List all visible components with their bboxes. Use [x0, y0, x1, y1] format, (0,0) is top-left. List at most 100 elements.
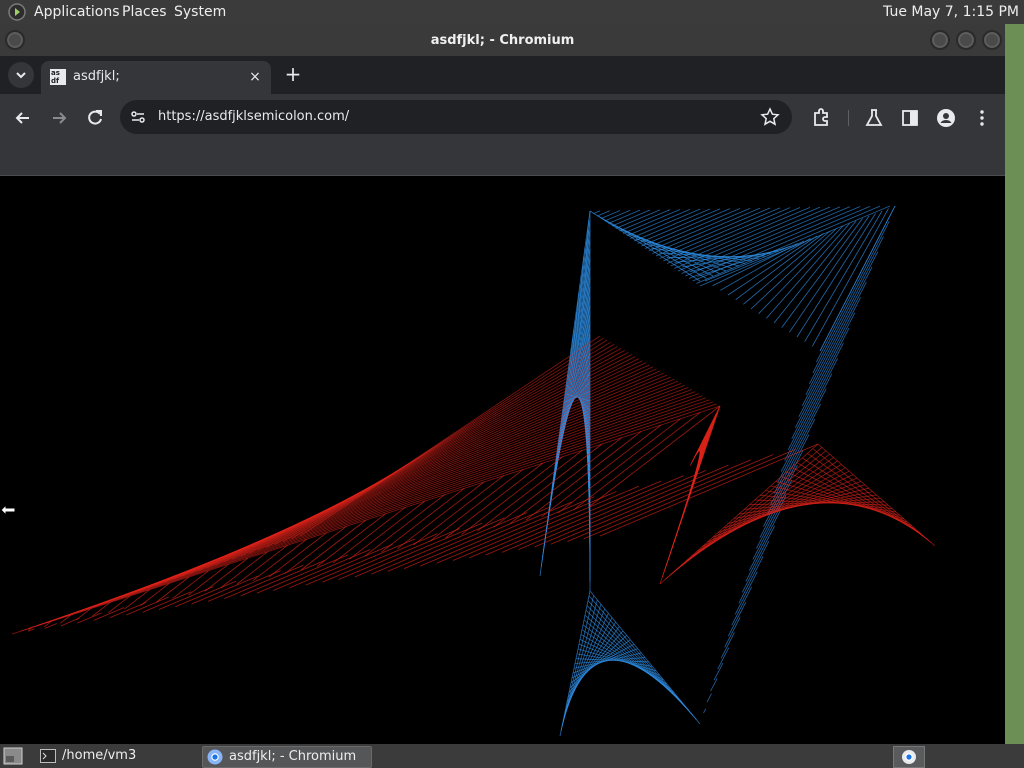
- art-line: [727, 601, 747, 637]
- art-line: [648, 207, 751, 252]
- profile-avatar-icon[interactable]: [935, 107, 957, 129]
- bottom-panel: /home/vm3 asdfjkl; - Chromium: [0, 744, 1024, 768]
- address-bar[interactable]: https://asdfjklsemicolon.com/: [120, 100, 792, 134]
- art-line: [738, 556, 764, 604]
- art-line: [615, 209, 661, 229]
- menu-system[interactable]: System: [174, 4, 226, 20]
- art-line: [593, 210, 601, 214]
- art-line: [720, 632, 735, 659]
- line-art-canvas: [11, 205, 936, 737]
- page-content[interactable]: [0, 176, 1005, 744]
- window-titlebar[interactable]: asdfjkl; - Chromium: [0, 24, 1005, 56]
- art-line: [741, 540, 770, 593]
- art-line: [819, 205, 896, 352]
- art-line: [696, 205, 881, 284]
- menu-applications[interactable]: Applications: [34, 4, 120, 20]
- terminal-icon: [40, 749, 56, 763]
- minimize-icon[interactable]: [930, 30, 950, 50]
- art-line: [745, 525, 775, 582]
- show-desktop-icon[interactable]: [3, 747, 23, 765]
- art-line: [54, 395, 703, 620]
- tab-search-button[interactable]: [8, 62, 34, 88]
- art-line: [703, 708, 707, 714]
- forward-icon[interactable]: [48, 107, 70, 129]
- art-line: [724, 617, 741, 648]
- taskbar-label: asdfjkl; - Chromium: [229, 749, 357, 764]
- art-line: [811, 208, 889, 347]
- labs-flask-icon[interactable]: [863, 107, 885, 129]
- menu-places[interactable]: Places: [122, 4, 167, 20]
- tab-active[interactable]: as df asdfjkl; ×: [41, 61, 271, 94]
- art-line: [666, 207, 801, 264]
- close-window-icon[interactable]: [982, 30, 1002, 50]
- art-line: [534, 464, 729, 548]
- art-line: [791, 327, 850, 439]
- chromium-icon: [207, 749, 223, 765]
- art-line: [780, 373, 833, 472]
- art-line: [706, 693, 712, 703]
- art-line: [273, 549, 371, 591]
- art-line: [713, 662, 724, 681]
- bookmark-star-icon[interactable]: [760, 107, 780, 127]
- art-line: [142, 591, 192, 613]
- desktop-background: [1005, 24, 1024, 744]
- toolbar-divider: [848, 110, 849, 126]
- art-line: [608, 209, 641, 224]
- chromium-icon: [902, 750, 916, 764]
- site-settings-icon[interactable]: [130, 109, 146, 125]
- window-title: asdfjkl; - Chromium: [430, 33, 575, 48]
- art-line: [766, 223, 850, 319]
- tab-close-icon[interactable]: ×: [245, 67, 265, 87]
- browser-toolbar: https://asdfjklsemicolon.com/: [0, 94, 1005, 141]
- art-line: [712, 240, 805, 287]
- taskbar-item-terminal[interactable]: /home/vm3: [36, 746, 196, 766]
- art-line: [60, 617, 80, 627]
- art-line: [717, 647, 730, 670]
- art-line: [289, 543, 393, 589]
- maximize-icon[interactable]: [956, 30, 976, 50]
- tab-title: asdfjkl;: [73, 69, 120, 84]
- art-line: [420, 501, 572, 567]
- art-line: [109, 601, 147, 619]
- url-text[interactable]: https://asdfjklsemicolon.com/: [158, 109, 349, 124]
- art-line: [11, 405, 721, 635]
- art-line: [207, 570, 281, 602]
- tab-strip: as df asdfjkl; × +: [0, 56, 1005, 94]
- workspace-switcher[interactable]: [893, 746, 925, 768]
- art-line: [688, 206, 861, 279]
- new-tab-button[interactable]: +: [280, 61, 306, 87]
- art-line: [784, 358, 839, 461]
- art-line: [452, 491, 617, 561]
- art-line: [663, 207, 791, 262]
- art-line: [626, 208, 691, 237]
- art-line: [710, 678, 718, 692]
- art-line: [809, 251, 879, 385]
- site-favicon-icon: as df: [50, 69, 66, 85]
- art-line: [600, 210, 621, 219]
- reload-icon[interactable]: [84, 107, 106, 129]
- extensions-icon[interactable]: [810, 107, 832, 129]
- clock[interactable]: Tue May 7, 1:15 PM: [883, 4, 1019, 20]
- art-line: [436, 496, 595, 564]
- art-line: [45, 397, 707, 623]
- art-line: [37, 399, 710, 626]
- art-line: [794, 312, 856, 428]
- art-line: [44, 623, 57, 629]
- art-line: [224, 565, 304, 599]
- top-panel: Applications Places System Tue May 7, 1:…: [0, 0, 1024, 24]
- more-menu-icon[interactable]: [971, 107, 993, 129]
- art-line: [567, 454, 774, 542]
- art-line: [611, 209, 651, 227]
- art-line: [633, 208, 711, 242]
- art-line: [787, 342, 844, 450]
- art-line: [175, 580, 237, 608]
- applications-menu-icon[interactable]: [8, 3, 26, 21]
- back-icon[interactable]: [12, 107, 34, 129]
- art-line: [641, 208, 731, 247]
- taskbar-label: /home/vm3: [62, 748, 137, 763]
- art-line: [77, 612, 102, 624]
- taskbar-item-chromium[interactable]: asdfjkl; - Chromium: [202, 746, 372, 768]
- art-line: [599, 443, 819, 537]
- side-panel-icon[interactable]: [899, 107, 921, 129]
- art-line: [734, 571, 758, 615]
